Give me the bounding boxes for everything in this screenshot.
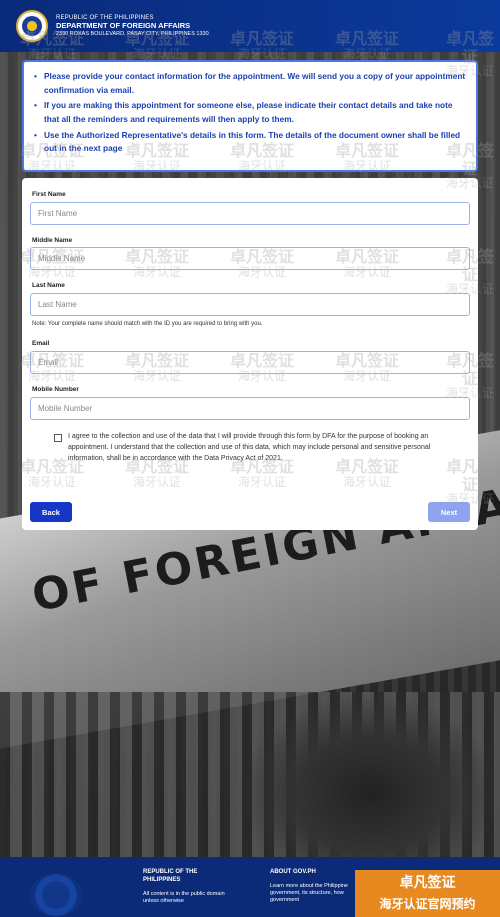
first-name-label: First Name: [32, 191, 66, 198]
header-text: REPUBLIC OF THE PHILIPPINES DEPARTMENT O…: [56, 15, 209, 37]
palm-trees: [240, 692, 500, 857]
instructions-box: Please provide your contact information …: [22, 60, 478, 172]
footer-republic-title: REPUBLIC OF THE PHILIPPINES: [143, 869, 198, 883]
first-name-input[interactable]: [30, 202, 470, 225]
last-name-input[interactable]: [30, 293, 470, 316]
dfa-seal-icon[interactable]: [16, 10, 48, 42]
instruction-item: Use the Authorized Representative's deta…: [34, 129, 466, 156]
contact-form: First Name Middle Name Last Name Note: Y…: [22, 178, 478, 530]
next-button[interactable]: Next: [428, 502, 470, 522]
header-department[interactable]: DEPARTMENT OF FOREIGN AFFAIRS: [56, 21, 209, 31]
email-label: Email: [32, 340, 50, 347]
footer-about-text: Learn more about the Philippine governme…: [270, 882, 348, 904]
footer-seal-icon: [30, 873, 82, 917]
middle-name-input[interactable]: [30, 247, 470, 270]
mobile-number-input[interactable]: [30, 397, 470, 420]
promo-line1: 卓凡签证: [399, 875, 456, 891]
middle-name-label: Middle Name: [32, 237, 73, 244]
footer-about-title[interactable]: ABOUT GOV.PH: [270, 869, 350, 877]
last-name-label: Last Name: [32, 282, 65, 289]
footer-republic-column: REPUBLIC OF THE PHILIPPINES All content …: [143, 869, 233, 905]
consent-text: I agree to the collection and use of the…: [68, 433, 431, 462]
promo-line2: 海牙认证官网预约: [379, 897, 476, 911]
consent-row: I agree to the collection and use of the…: [54, 432, 454, 465]
email-input[interactable]: [30, 351, 470, 374]
consent-checkbox[interactable]: [54, 434, 62, 442]
header-address: 2330 ROXAS BOULEVARD, PASAY CITY, PHILIP…: [56, 30, 209, 37]
back-button[interactable]: Back: [30, 502, 72, 522]
footer-republic-text: All content is in the public domain unle…: [143, 890, 225, 904]
footer-about-column: ABOUT GOV.PH Learn more about the Philip…: [270, 869, 350, 904]
name-note: Note: Your complete name should match wi…: [32, 321, 263, 327]
instruction-item: Please provide your contact information …: [34, 70, 466, 97]
mobile-number-label: Mobile Number: [32, 386, 79, 393]
site-header: REPUBLIC OF THE PHILIPPINES DEPARTMENT O…: [0, 0, 500, 52]
instruction-item: If you are making this appointment for s…: [34, 99, 466, 126]
promo-banner[interactable]: 卓凡签证 海牙认证官网预约: [355, 870, 500, 917]
